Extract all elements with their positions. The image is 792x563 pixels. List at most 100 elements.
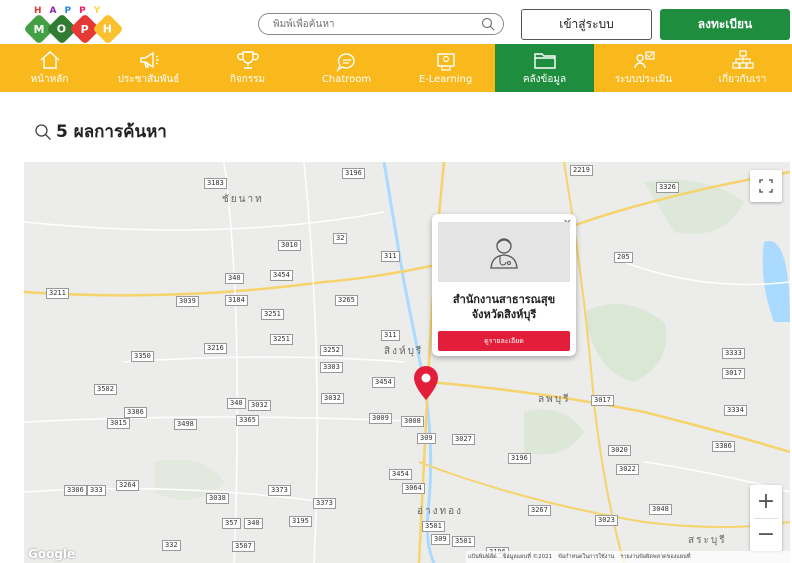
route-shield: 32: [333, 233, 348, 244]
route-shield: 3038: [206, 493, 229, 504]
route-shield: 340: [244, 518, 263, 529]
keyboard-shortcuts-link[interactable]: แป้นพิมพ์ลัด: [468, 553, 497, 561]
terms-link[interactable]: ข้อกำหนดในการใช้งาน: [558, 553, 614, 561]
fullscreen-icon: [759, 179, 773, 193]
search-icon: [35, 123, 51, 140]
route-shield: 3373: [268, 485, 291, 496]
route-shield: 3196: [508, 453, 531, 464]
view-details-button[interactable]: ดูรายละเอียด: [438, 331, 570, 351]
login-button[interactable]: เข้าสู่ระบบ: [521, 9, 652, 40]
route-shield: 3251: [261, 309, 284, 320]
main-nav: หน้าหลัก ประชาสัมพันธ์ กิจกรรม Chatroom …: [0, 44, 792, 92]
route-shield: 3501: [452, 536, 475, 547]
zoom-out-button[interactable]: −: [750, 518, 782, 551]
route-shield: 3020: [608, 445, 631, 456]
megaphone-icon: [139, 51, 159, 68]
sitemap-icon: [731, 49, 754, 69]
search-box[interactable]: [258, 13, 504, 35]
google-logo: Google: [28, 547, 76, 561]
route-shield: 3022: [616, 464, 639, 475]
logo-moph-bubbles: M O P H: [23, 13, 124, 45]
report-error-link[interactable]: รายงานข้อผิดพลาดของแผนที่: [620, 553, 690, 561]
map-attribution: แป้นพิมพ์ลัด ข้อมูลแผนที่ ©2021 ข้อกำหนด…: [466, 551, 790, 563]
logo-happy-text: HAPPY: [34, 6, 109, 16]
nav-item-about[interactable]: เกี่ยวกับเรา: [693, 44, 792, 92]
map-info-popup: × สำนักงานสาธารณสุข จังหวัดสิงห์บุรี ดูร…: [432, 214, 576, 356]
route-shield: 3008: [401, 416, 424, 427]
route-shield: 3326: [656, 182, 679, 193]
route-shield: 3267: [528, 505, 551, 516]
route-shield: 3498: [174, 419, 197, 430]
route-shield: 3211: [46, 288, 69, 299]
route-shield: 3039: [176, 296, 199, 307]
route-shield: 311: [381, 251, 400, 262]
route-shield: 3507: [232, 541, 255, 552]
route-shield: 3195: [289, 516, 312, 527]
route-shield: 3196: [342, 168, 365, 179]
route-shield: 3350: [131, 351, 154, 362]
route-shield: 3303: [320, 362, 343, 373]
nav-label: เกี่ยวกับเรา: [718, 73, 767, 85]
route-shield: 3386: [124, 407, 147, 418]
route-shield: 3264: [116, 480, 139, 491]
nav-item-chatroom[interactable]: Chatroom: [297, 44, 396, 92]
search-icon[interactable]: [481, 17, 495, 31]
route-shield: 3501: [422, 521, 445, 532]
route-shield: 3265: [335, 295, 358, 306]
nav-label: หน้าหลัก: [30, 73, 69, 85]
route-shield: 3015: [107, 418, 130, 429]
route-shield: 311: [381, 330, 400, 341]
route-shield: 3333: [722, 348, 745, 359]
route-shield: 3023: [595, 515, 618, 526]
route-shield: 3251: [270, 334, 293, 345]
route-shield: 3064: [402, 483, 425, 494]
nav-label: ประชาสัมพันธ์: [117, 73, 180, 85]
nav-item-home[interactable]: หน้าหลัก: [0, 44, 99, 92]
map-view[interactable]: 3183 3196 2219 3326 3010 32 3454 340 311…: [24, 162, 790, 563]
nav-label: E-Learning: [418, 73, 473, 85]
nav-item-elearning[interactable]: E-Learning: [396, 44, 495, 92]
search-input[interactable]: [273, 16, 473, 32]
nav-item-announcements[interactable]: ประชาสัมพันธ์: [99, 44, 198, 92]
route-shield: 3017: [591, 395, 614, 406]
home-icon: [40, 50, 59, 69]
route-shield: 3183: [204, 178, 227, 189]
location-pin-icon[interactable]: [412, 365, 440, 401]
nav-item-activities[interactable]: กิจกรรม: [198, 44, 297, 92]
route-shield: 309: [417, 433, 436, 444]
route-shield: 332: [162, 540, 181, 551]
route-shield: 3032: [321, 393, 344, 404]
zoom-in-button[interactable]: +: [750, 485, 782, 518]
route-shield: 3373: [313, 498, 336, 509]
route-shield: 309: [431, 534, 450, 545]
route-shield: 3184: [225, 295, 248, 306]
nav-item-evaluation[interactable]: ระบบประเมิน: [594, 44, 693, 92]
place-label: อ่างทอง: [417, 506, 463, 517]
route-shield: 3252: [320, 345, 343, 356]
register-button[interactable]: ลงทะเบียน: [660, 9, 790, 40]
route-shield: 3032: [248, 400, 271, 411]
doctor-icon: [438, 222, 570, 282]
route-shield: 3454: [270, 270, 293, 281]
search-results-heading: 5 ผลการค้นหา: [34, 118, 167, 145]
route-shield: 3306: [64, 485, 87, 496]
route-shield: 3365: [236, 415, 259, 426]
happy-moph-logo[interactable]: HAPPY M O P H: [23, 6, 128, 45]
chat-icon: [335, 52, 355, 72]
nav-label: คลังข้อมูล: [522, 73, 567, 85]
route-shield: 205: [614, 252, 633, 263]
place-label: ลพบุรี: [538, 394, 571, 405]
nav-label: กิจกรรม: [229, 73, 266, 85]
route-shield: 340: [227, 398, 246, 409]
route-shield: 3009: [369, 413, 392, 424]
trophy-icon: [236, 50, 259, 69]
nav-label: Chatroom: [321, 73, 372, 85]
fullscreen-button[interactable]: [750, 170, 782, 202]
route-shield: 3386: [712, 441, 735, 452]
route-shield: 3216: [204, 343, 227, 354]
nav-item-repository[interactable]: คลังข้อมูล: [495, 44, 594, 92]
nav-label: ระบบประเมิน: [614, 73, 673, 85]
route-shield: 3027: [452, 434, 475, 445]
zoom-control: + −: [750, 485, 782, 551]
evaluation-icon: [633, 50, 655, 68]
